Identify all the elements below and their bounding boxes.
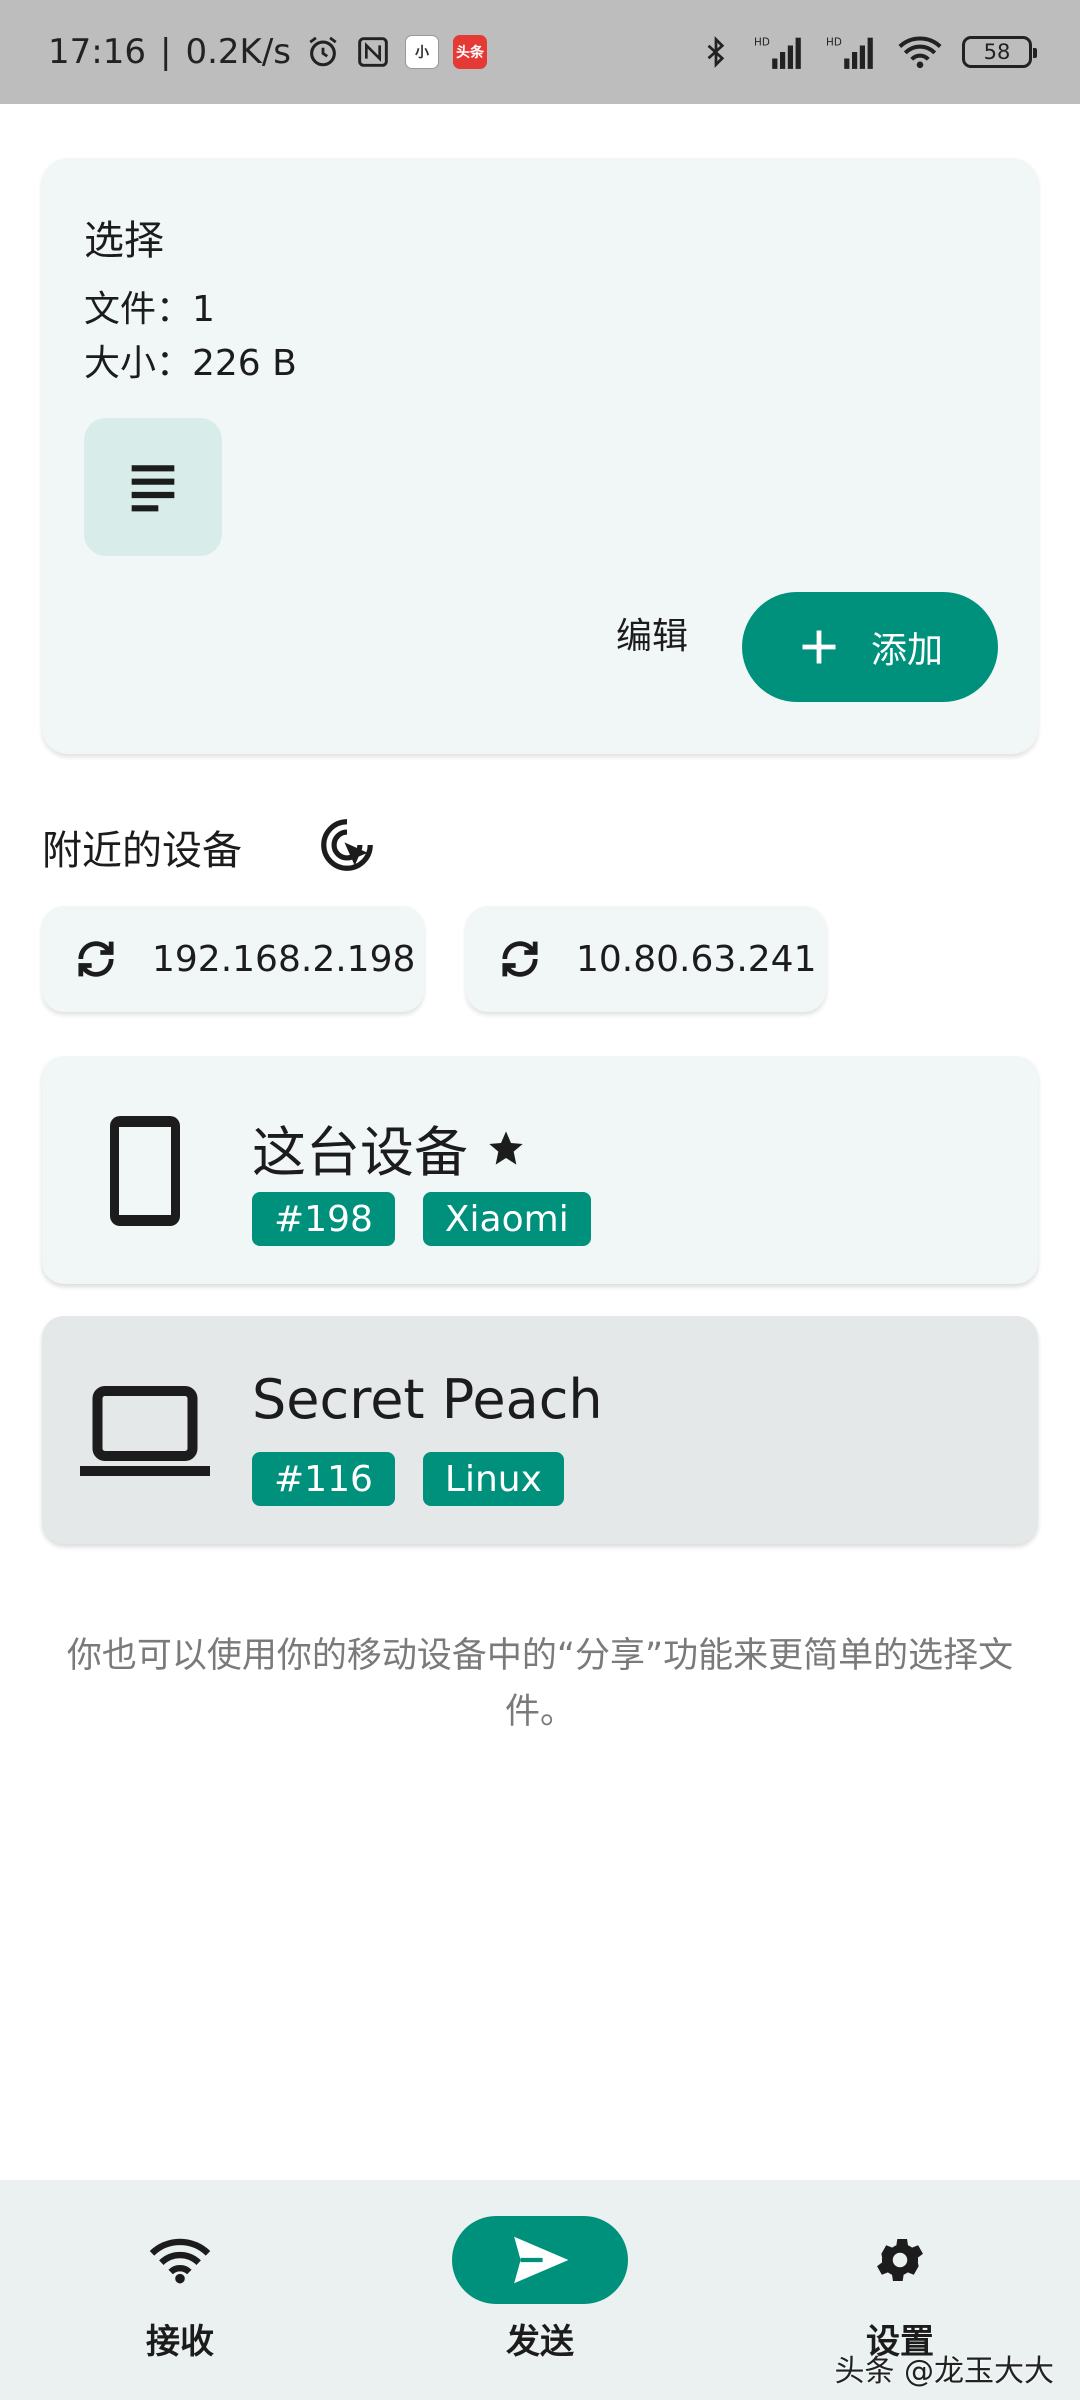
- signal-icon: HD: [754, 34, 806, 70]
- signal-icon-2: HD: [826, 34, 878, 70]
- nav-label: 发送: [506, 2322, 574, 2362]
- device-name: 这台设备: [252, 1108, 526, 1187]
- plus-icon: [802, 630, 836, 664]
- status-bar: 17:16 | 0.2K/s 小 头条 HD HD 58: [0, 0, 1080, 104]
- ip-chip[interactable]: 10.80.63.241: [466, 906, 826, 1012]
- send-icon: [514, 2236, 569, 2284]
- device-type-tag: Linux: [422, 1452, 564, 1506]
- laptop-icon: [80, 1366, 210, 1496]
- selection-size: 大小：226 B: [84, 343, 297, 384]
- wifi-icon: [149, 2238, 211, 2284]
- device-tags: #116 Linux: [252, 1452, 564, 1506]
- device-name: Secret Peach: [252, 1368, 603, 1431]
- ip-address: 10.80.63.241: [576, 938, 817, 980]
- app-notification-icon: 小: [405, 35, 439, 69]
- device-name-text: Secret Peach: [252, 1368, 603, 1431]
- selection-file-count: 文件：1: [84, 289, 215, 330]
- nav-pill: [92, 2216, 268, 2304]
- nav-pill-active: [452, 2216, 628, 2304]
- battery-indicator: 58: [962, 36, 1037, 68]
- status-net-speed: 0.2K/s: [185, 32, 291, 72]
- status-separator: |: [159, 32, 172, 72]
- nav-pill: [812, 2216, 988, 2304]
- edit-button[interactable]: 编辑: [562, 588, 742, 678]
- alarm-icon: [305, 34, 341, 70]
- device-name-text: 这台设备: [252, 1121, 468, 1184]
- nav-item-receive[interactable]: 接收: [60, 2216, 300, 2363]
- selection-card: 选择 文件：1 大小：226 B 编辑 添加: [42, 158, 1038, 754]
- device-card-this-device[interactable]: 这台设备 #198 Xiaomi: [42, 1056, 1038, 1284]
- refresh-icon: [78, 941, 114, 977]
- ip-address: 192.168.2.198: [152, 938, 416, 980]
- toutiao-notification-icon: 头条: [453, 35, 487, 69]
- device-id-tag: #198: [252, 1192, 395, 1246]
- star-icon: [489, 1130, 523, 1165]
- device-id-tag: #116: [252, 1452, 395, 1506]
- svg-text:HD: HD: [826, 37, 842, 49]
- device-type-tag: Xiaomi: [422, 1192, 591, 1246]
- nfc-icon: [355, 34, 391, 70]
- status-time: 17:16: [48, 32, 146, 72]
- scan-radar-icon[interactable]: [316, 814, 378, 876]
- watermark: 头条 @龙玉大大: [834, 2354, 1054, 2389]
- wifi-status-icon: [898, 34, 942, 70]
- file-thumbnail[interactable]: [84, 418, 222, 556]
- nav-item-send[interactable]: 发送: [420, 2216, 660, 2363]
- selection-title: 选择: [84, 218, 164, 264]
- nav-item-settings[interactable]: 设置: [780, 2216, 1020, 2363]
- nav-label: 接收: [146, 2322, 214, 2362]
- bluetooth-icon: [698, 34, 734, 70]
- device-tags: #198 Xiaomi: [252, 1192, 591, 1246]
- share-hint-text: 你也可以使用你的移动设备中的“分享”功能来更简单的选择文件。: [66, 1636, 1014, 1732]
- ip-chip[interactable]: 192.168.2.198: [42, 906, 424, 1012]
- svg-text:HD: HD: [754, 37, 770, 49]
- nearby-devices-title: 附近的设备: [42, 828, 242, 874]
- gear-icon: [877, 2238, 923, 2282]
- add-button[interactable]: 添加: [742, 592, 998, 702]
- refresh-icon: [502, 941, 538, 977]
- device-card-secret-peach[interactable]: Secret Peach #116 Linux: [42, 1316, 1038, 1544]
- phone-icon: [80, 1106, 210, 1236]
- text-file-icon: [131, 465, 175, 512]
- add-button-label: 添加: [870, 630, 943, 671]
